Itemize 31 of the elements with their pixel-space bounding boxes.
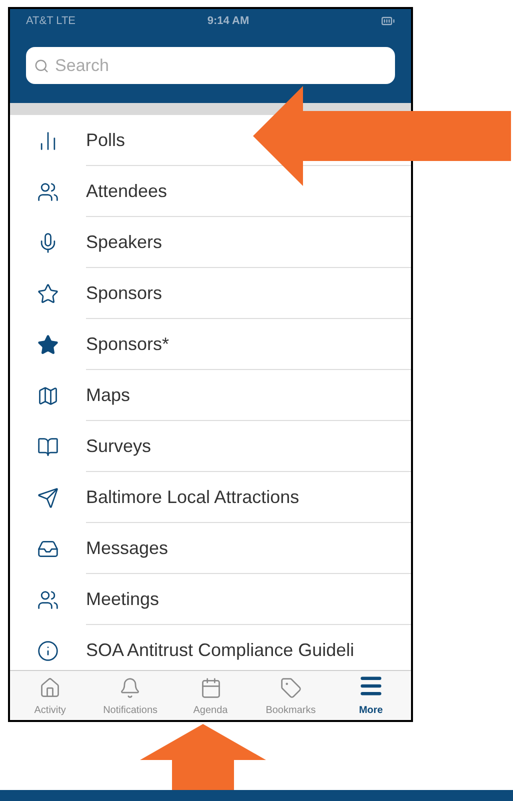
star-icon (37, 282, 59, 304)
search-bar[interactable]: Search (26, 47, 395, 84)
menu-item[interactable]: Speakers (86, 228, 162, 256)
menu-item[interactable]: Polls (86, 126, 126, 154)
bell-icon (119, 677, 142, 699)
book-icon (37, 436, 59, 458)
menu-item[interactable]: Sponsors (86, 280, 162, 306)
people-icon (37, 588, 59, 610)
paper-plane-icon (37, 486, 59, 508)
tag-icon (280, 677, 302, 699)
menu-item[interactable]: Surveys (86, 432, 152, 460)
menu-item[interactable]: Baltimore Local Attractions (86, 484, 300, 510)
search-icon (34, 58, 50, 74)
search-field[interactable]: Search (55, 52, 387, 78)
tab-bar-item[interactable]: More (330, 671, 411, 720)
menu-item[interactable]: Meetings (86, 586, 160, 612)
map-icon (37, 384, 59, 406)
up-arrow-icon (140, 724, 266, 790)
menu-item[interactable]: Sponsors* (86, 330, 170, 358)
menu-item[interactable]: SOA Antitrust Compliance Guideli (86, 636, 354, 664)
battery-icon (380, 14, 395, 28)
info-icon (37, 640, 59, 662)
menu-item[interactable]: Maps (86, 382, 130, 408)
people-icon (37, 180, 59, 202)
calendar-icon (200, 677, 222, 699)
star-icon (37, 334, 59, 356)
menu-item[interactable]: Attendees (86, 178, 168, 204)
home-icon (39, 677, 62, 699)
menu-item[interactable]: Messages (86, 534, 168, 562)
carrier-text: AT&T LTE (26, 14, 76, 29)
clock-text: 9:14 AM (207, 14, 250, 29)
